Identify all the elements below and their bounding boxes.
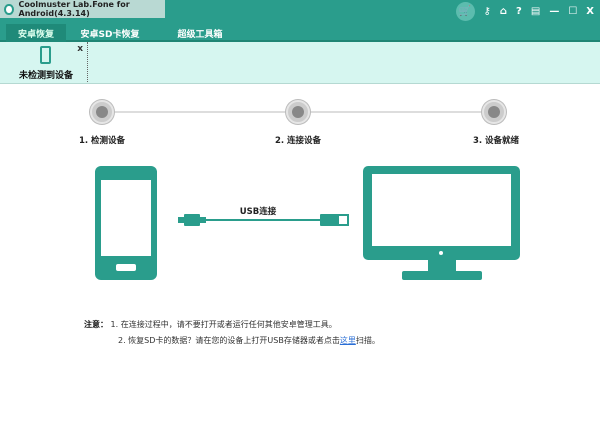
help-icon[interactable]: ? <box>516 6 522 17</box>
step-3-label: 3. 设备就绪 <box>472 136 520 146</box>
title-bar: Coolmuster Lab.Fone for Android(4.3.14) … <box>0 0 600 24</box>
home-icon[interactable]: ⌂ <box>500 6 507 17</box>
device-item[interactable]: x 未检测到设备 <box>4 42 88 82</box>
device-label: 未检测到设备 <box>18 71 73 81</box>
tab-sd-recovery[interactable]: 安卓SD卡恢复 <box>70 24 150 42</box>
scan-here-link[interactable]: 这里 <box>340 336 356 345</box>
key-icon[interactable]: ⚷ <box>484 6 491 17</box>
tab-toolbox[interactable]: 超级工具箱 <box>160 24 240 42</box>
notes: 注意： 1. 在连接过程中，请不要打开或者运行任何其他安卓管理工具。 <box>84 319 337 330</box>
note-2-text: 2. 恢复SD卡的数据？请在您的设备上打开USB存储器或者点击 <box>118 336 340 345</box>
step-1-indicator <box>90 100 114 124</box>
note-1: 1. 在连接过程中，请不要打开或者运行任何其他安卓管理工具。 <box>110 320 337 329</box>
cart-icon[interactable]: 🛒 <box>455 2 475 21</box>
note-2: 2. 恢复SD卡的数据？请在您的设备上打开USB存储器或者点击这里扫描。 <box>118 335 380 346</box>
step-2-label: 2. 连接设备 <box>274 136 322 146</box>
phone-icon <box>40 46 51 64</box>
step-1-label: 1. 检测设备 <box>78 136 126 146</box>
notes-title: 注意： <box>84 320 108 329</box>
connection-illustration: USB连接 <box>95 166 520 280</box>
step-connector <box>114 111 286 113</box>
close-icon[interactable]: X <box>586 6 594 17</box>
step-connector <box>310 111 482 113</box>
device-bar: x 未检测到设备 <box>0 42 600 84</box>
tab-bar: 安卓恢复 安卓SD卡恢复 超级工具箱 <box>0 24 600 42</box>
device-close-button[interactable]: x <box>77 44 83 54</box>
register-icon[interactable]: ▤ <box>531 6 540 17</box>
app-logo-icon <box>4 3 14 15</box>
phone-illustration <box>95 166 157 280</box>
window-title: Coolmuster Lab.Fone for Android(4.3.14) <box>18 0 130 18</box>
maximize-icon[interactable]: ☐ <box>568 6 577 17</box>
usb-label: USB连接 <box>240 206 277 217</box>
tab-android-recovery[interactable]: 安卓恢复 <box>6 24 66 42</box>
title-box: Coolmuster Lab.Fone for Android(4.3.14) <box>0 0 165 18</box>
step-3-indicator <box>482 100 506 124</box>
monitor-illustration <box>363 166 520 280</box>
note-2-suffix: 扫描。 <box>355 336 380 345</box>
step-2-indicator <box>286 100 310 124</box>
minimize-icon[interactable]: — <box>549 6 559 17</box>
